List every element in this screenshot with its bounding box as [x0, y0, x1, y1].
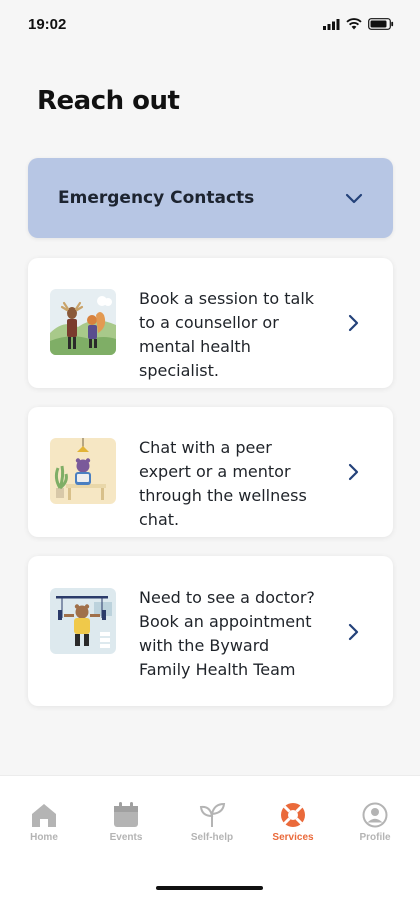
card-text: Book a session to talk to a counsellor o… — [139, 289, 315, 380]
doctor-illustration — [50, 588, 116, 654]
lifebuoy-icon — [281, 803, 305, 827]
nav-label: Home — [30, 832, 58, 843]
nav-home[interactable]: Home — [9, 802, 79, 843]
home-icon — [32, 804, 56, 827]
sprout-icon — [199, 802, 226, 827]
book-counsellor-card[interactable]: Book a session to talk to a counsellor o… — [28, 258, 393, 388]
calendar-icon — [114, 802, 138, 827]
chevron-right-icon — [348, 463, 359, 481]
signal-icon — [323, 18, 340, 30]
nav-events[interactable]: Events — [91, 802, 161, 843]
chevron-right-icon — [348, 623, 359, 641]
wellness-chat-card[interactable]: Chat with a peer expert or a mentor thro… — [28, 407, 393, 537]
home-indicator[interactable] — [156, 886, 263, 890]
battery-icon — [368, 18, 394, 30]
wifi-icon — [346, 18, 362, 30]
nav-label: Self-help — [190, 832, 234, 843]
emergency-contacts-accordion[interactable]: Emergency Contacts — [28, 158, 393, 238]
card-text: Chat with a peer expert or a mentor thro… — [139, 438, 307, 529]
bottom-nav: Home Events Self-help Services Profile — [0, 775, 420, 903]
nav-self-help[interactable]: Self-help — [177, 802, 247, 843]
nav-label: Services — [272, 832, 314, 843]
nav-services[interactable]: Services — [258, 802, 328, 843]
profile-icon — [362, 802, 388, 828]
counsellor-illustration — [50, 289, 116, 355]
reach-out-screen: 19:02 Reach out Emergency Contacts Book … — [0, 0, 420, 903]
wellness-chat-illustration — [50, 438, 116, 504]
nav-label: Events — [109, 832, 143, 843]
nav-profile[interactable]: Profile — [340, 802, 410, 843]
chevron-right-icon — [348, 314, 359, 332]
status-icons — [323, 18, 394, 30]
chevron-down-icon — [345, 193, 363, 203]
book-doctor-card[interactable]: Need to see a doctor? Book an appointmen… — [28, 556, 393, 706]
emergency-contacts-label: Emergency Contacts — [58, 188, 255, 208]
page-title: Reach out — [37, 86, 180, 116]
nav-label: Profile — [359, 832, 391, 843]
status-time: 19:02 — [28, 16, 67, 33]
card-text: Need to see a doctor? Book an appointmen… — [139, 588, 315, 679]
